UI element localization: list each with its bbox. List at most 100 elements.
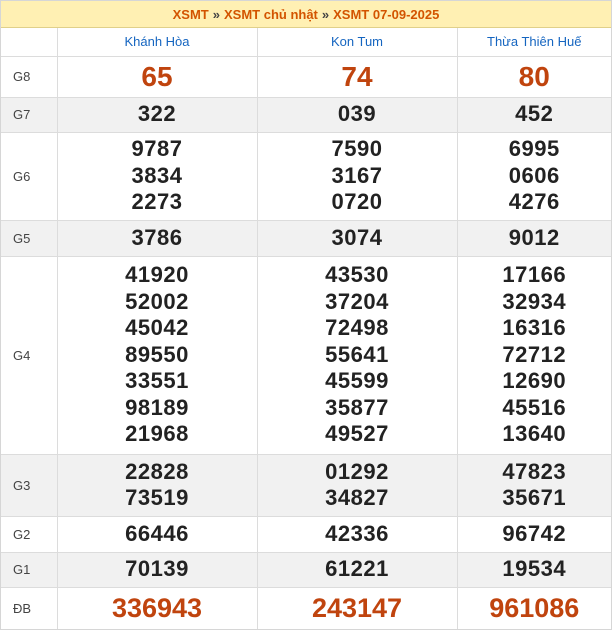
prize-cell: 9787 3834 2273 [57,132,258,221]
breadcrumb-link-xsmt-date[interactable]: XSMT 07-09-2025 [333,7,439,22]
prize-number: 0606 [508,162,560,188]
prize-label: G8 [1,56,58,98]
prize-number: 452 [515,101,554,127]
prize-cell: 6995 0606 4276 [457,132,611,221]
province-header: Khánh Hòa [57,28,258,57]
breadcrumb-separator: » [212,6,220,22]
prize-number: 039 [337,101,377,127]
prize-number: 72712 [502,341,567,367]
prize-number: 74 [341,60,373,92]
prize-cell: 74 [257,56,458,98]
prize-number: 0720 [331,189,383,215]
prize-number: 21968 [125,421,189,447]
prize-number: 73519 [125,485,189,510]
prize-number: 66446 [125,520,189,546]
prize-cell: 243147 [257,587,458,629]
prize-number: 45599 [325,368,389,394]
special-prize-number: 961086 [489,593,580,624]
results-table: Khánh Hòa Kon Tum Thừa Thiên Huế G8 65 74 8… [1,28,611,629]
prize-cell: 96742 [457,516,611,553]
prize-cell: 7590 3167 0720 [257,132,458,221]
prize-row-g5: G5 3786 3074 9012 [1,220,611,257]
prize-cell: 22828 73519 [57,454,258,517]
prize-number: 42336 [325,520,389,546]
prize-number: 61221 [325,556,389,582]
province-link-kon-tum[interactable]: Kon Tum [331,34,383,49]
prize-cell: 43530 37204 72498 55641 45599 35877 49527 [257,256,458,455]
prize-cell: 41920 52002 45042 89550 33551 98189 21968 [57,256,258,455]
prize-cell: 452 [457,97,611,133]
prize-number: 37204 [325,288,389,314]
prize-number: 98189 [125,394,189,420]
prize-label: G5 [1,220,58,257]
prize-number: 3834 [131,162,183,188]
results-panel: XSMT » XSMT chủ nhật » XSMT 07-09-2025 K… [0,0,612,630]
prize-cell: 01292 34827 [257,454,458,517]
prize-number: 43530 [325,262,389,288]
prize-number: 47823 [502,458,567,484]
prize-number: 35877 [325,394,389,420]
breadcrumb-separator: » [321,6,330,22]
prize-row-db: ĐB 336943 243147 961086 [1,587,611,629]
prize-number: 17166 [502,262,567,288]
prize-row-g2: G2 66446 42336 96742 [1,516,611,553]
prize-cell: 47823 35671 [457,454,611,517]
prize-label: G3 [1,454,58,517]
prize-label: G7 [1,97,58,133]
prize-cell: 17166 32934 16316 72712 12690 45516 13640 [457,256,611,455]
prize-label: G1 [1,552,58,588]
prize-number: 72498 [325,315,389,341]
prize-number: 2273 [131,189,183,215]
prize-cell: 9012 [457,220,611,257]
prize-number: 33551 [125,368,189,394]
prize-cell: 61221 [257,552,458,588]
prize-number: 22828 [125,458,189,484]
breadcrumb-link-xsmt-sunday[interactable]: XSMT chủ nhật [224,7,318,22]
prize-number: 3786 [131,224,183,250]
prize-number: 52002 [125,288,189,314]
prize-row-g7: G7 322 039 452 [1,97,611,133]
prize-number: 41920 [125,262,189,288]
breadcrumb: XSMT » XSMT chủ nhật » XSMT 07-09-2025 [1,1,611,28]
prize-number: 3074 [331,224,383,250]
province-link-khanh-hoa[interactable]: Khánh Hòa [124,34,189,49]
prize-cell: 039 [257,97,458,133]
prize-number: 55641 [325,341,389,367]
prize-cell: 42336 [257,516,458,553]
province-header: Thừa Thiên Huế [457,28,611,57]
prize-cell: 3074 [257,220,458,257]
prize-number: 12690 [502,368,567,394]
province-link-thua-thien-hue[interactable]: Thừa Thiên Huế [487,34,581,49]
prize-number: 96742 [502,520,567,546]
prize-cell: 66446 [57,516,258,553]
prize-cell: 3786 [57,220,258,257]
prize-number: 89550 [125,341,189,367]
prize-number: 49527 [325,421,389,447]
breadcrumb-link-xsmt[interactable]: XSMT [173,7,209,22]
prize-row-g6: G6 9787 3834 2273 7590 3167 0720 6995 0606 4276 [1,132,611,221]
prize-number: 3167 [331,162,383,188]
prize-number: 35671 [502,485,567,510]
special-prize-number: 243147 [311,593,403,624]
prize-number: 9012 [508,224,560,250]
special-prize-number: 336943 [111,593,203,624]
prize-label: G4 [1,256,58,455]
prize-number: 13640 [502,421,567,447]
province-header-row: Khánh Hòa Kon Tum Thừa Thiên Huế [1,28,611,57]
prize-number: 19534 [502,556,567,582]
prize-row-g3: G3 22828 73519 01292 34827 47823 35671 [1,454,611,517]
prize-number: 01292 [325,458,389,484]
prize-number: 9787 [131,136,183,162]
prize-cell: 65 [57,56,258,98]
prize-number: 34827 [325,485,389,510]
prize-number: 32934 [502,288,567,314]
prize-number: 7590 [331,136,383,162]
prize-number: 45042 [125,315,189,341]
prize-number: 45516 [502,394,567,420]
prize-cell: 80 [457,56,611,98]
prize-number: 6995 [508,136,560,162]
prize-cell: 19534 [457,552,611,588]
prize-cell: 336943 [57,587,258,629]
prize-row-g4: G4 41920 52002 45042 89550 33551 98189 21968 435… [1,256,611,455]
prize-cell: 70139 [57,552,258,588]
